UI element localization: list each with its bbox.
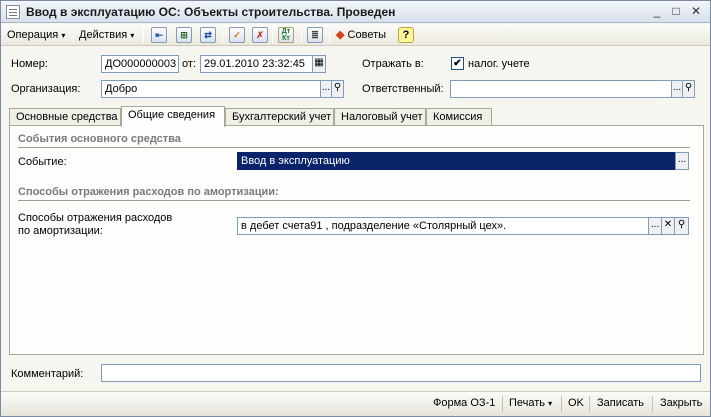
toolbar: Операция ▾ Действия ▾ ⇤ ⊞ ⇄ ✓ ✗ Дт Кт ≣ … bbox=[1, 24, 710, 46]
tax-accounting-label: налог. учете bbox=[468, 58, 530, 70]
tips-button[interactable]: ◆ Советы bbox=[333, 26, 389, 44]
document-list-icon[interactable]: ≣ bbox=[307, 27, 323, 43]
toolbar-divider bbox=[222, 27, 223, 43]
clear-icon[interactable]: ✕ bbox=[661, 217, 675, 235]
post-document-icon[interactable]: ✓ bbox=[229, 27, 245, 43]
section-divider bbox=[18, 200, 690, 201]
search-icon[interactable]: ⚲ bbox=[682, 80, 695, 98]
window-title: Ввод в эксплуатацию ОС: Объекты строител… bbox=[26, 5, 396, 19]
refresh-icon[interactable]: ⇄ bbox=[200, 27, 216, 43]
chevron-down-icon: ▾ bbox=[130, 31, 135, 40]
minimize-button[interactable]: _ bbox=[648, 4, 666, 20]
unpost-document-icon[interactable]: ✗ bbox=[252, 27, 268, 43]
operation-menu-label: Операция bbox=[7, 29, 59, 41]
amortization-label-line2: по амортизации: bbox=[18, 225, 103, 237]
responsible-label: Ответственный: bbox=[362, 83, 444, 95]
section-divider bbox=[18, 147, 690, 148]
toolbar-divider bbox=[143, 27, 144, 43]
organization-field[interactable]: Добро bbox=[101, 80, 321, 98]
amortization-select-button[interactable]: ... bbox=[648, 217, 662, 235]
number-field[interactable]: ДО000000003 bbox=[101, 55, 179, 73]
form-os1-button[interactable]: Форма ОЗ-1 bbox=[433, 397, 495, 409]
organization-label: Организация: bbox=[11, 83, 81, 95]
number-label: Номер: bbox=[11, 58, 48, 70]
action-bar: Форма ОЗ-1 Печать ▾ OK Записать Закрыть bbox=[1, 391, 710, 416]
tips-icon: ◆ bbox=[336, 29, 345, 41]
toolbar-divider bbox=[301, 27, 302, 43]
operation-menu[interactable]: Операция ▾ bbox=[4, 26, 68, 44]
from-label: от: bbox=[182, 58, 196, 70]
goto-icon[interactable]: ⇤ bbox=[151, 27, 167, 43]
tab-commission[interactable]: Комиссия bbox=[426, 108, 492, 126]
search-icon[interactable]: ⚲ bbox=[331, 80, 344, 98]
actions-menu-label: Действия bbox=[79, 29, 128, 41]
calendar-icon[interactable]: ▦ bbox=[312, 55, 326, 73]
structure-icon[interactable]: ⊞ bbox=[176, 27, 192, 43]
tax-accounting-checkbox[interactable]: ✔ bbox=[451, 57, 464, 70]
toolbar-divider bbox=[329, 27, 330, 43]
search-icon[interactable]: ⚲ bbox=[674, 217, 689, 235]
amortization-section-title: Способы отражения расходов по амортизаци… bbox=[18, 186, 279, 198]
event-label: Событие: bbox=[18, 156, 67, 168]
toolbar-divider bbox=[73, 27, 74, 43]
help-icon[interactable]: ? bbox=[398, 27, 414, 43]
ok-button[interactable]: OK bbox=[568, 397, 584, 409]
document-icon bbox=[6, 5, 20, 19]
amortization-method-field[interactable]: в дебет счета91 , подразделение «Столярн… bbox=[237, 217, 649, 235]
date-field[interactable]: 29.01.2010 23:32:45 bbox=[200, 55, 313, 73]
title-bar: Ввод в эксплуатацию ОС: Объекты строител… bbox=[1, 1, 710, 23]
reflect-label: Отражать в: bbox=[362, 58, 424, 70]
toolbar-divider bbox=[272, 27, 273, 43]
maximize-button[interactable]: □ bbox=[667, 4, 685, 20]
action-divider bbox=[652, 396, 653, 412]
comment-label: Комментарий: bbox=[11, 368, 84, 380]
document-window: Ввод в эксплуатацию ОС: Объекты строител… bbox=[0, 0, 711, 417]
chevron-down-icon: ▾ bbox=[61, 31, 66, 40]
events-section-title: События основного средства bbox=[18, 133, 181, 145]
chevron-down-icon: ▾ bbox=[548, 399, 553, 408]
tab-general-info[interactable]: Общие сведения bbox=[121, 106, 225, 127]
action-divider bbox=[502, 396, 503, 412]
tips-label: Советы bbox=[347, 29, 387, 41]
tab-tax-accounting[interactable]: Налоговый учет bbox=[334, 108, 426, 126]
tab-fixed-assets[interactable]: Основные средства bbox=[9, 108, 121, 126]
dt-kt-icon[interactable]: Дт Кт bbox=[278, 27, 294, 43]
close-button[interactable]: Закрыть bbox=[660, 397, 702, 409]
event-field[interactable]: Ввод в эксплуатацию bbox=[237, 152, 675, 170]
print-label: Печать bbox=[509, 397, 546, 409]
action-divider bbox=[589, 396, 590, 412]
responsible-field[interactable] bbox=[450, 80, 672, 98]
print-menu[interactable]: Печать ▾ bbox=[509, 397, 552, 409]
general-info-panel: События основного средства Событие: Ввод… bbox=[9, 125, 704, 355]
amortization-label-line1: Способы отражения расходов bbox=[18, 212, 173, 224]
tab-accounting[interactable]: Бухгалтерский учет bbox=[225, 108, 334, 126]
comment-field[interactable] bbox=[101, 364, 701, 382]
save-button[interactable]: Записать bbox=[597, 397, 644, 409]
event-select-button[interactable]: ... bbox=[675, 152, 689, 170]
action-divider bbox=[561, 396, 562, 412]
close-window-button[interactable]: ✕ bbox=[687, 4, 705, 20]
actions-menu[interactable]: Действия ▾ bbox=[76, 26, 137, 44]
